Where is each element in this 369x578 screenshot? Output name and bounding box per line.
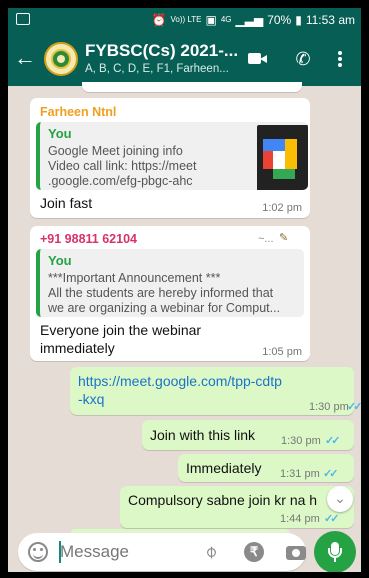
double-chevron-down-icon[interactable]: ⌄ bbox=[327, 486, 353, 512]
message-bubble[interactable]: +91 98811 62104 ~... ✎ You ***Important … bbox=[30, 226, 310, 361]
read-receipt-icon: ✓✓ bbox=[325, 435, 341, 447]
message-text: Join fast bbox=[40, 195, 93, 211]
clock: 11:53 am bbox=[305, 13, 355, 27]
message-bubble-partial bbox=[82, 82, 302, 92]
status-bar: ⏰ Vo)) LTE ▣ 4G ▁▃▅ 70% ▮ 11:53 am bbox=[8, 8, 361, 32]
group-title[interactable]: FYBSC(Cs) 2021-... bbox=[85, 41, 260, 61]
message-composer: ⌀ ₹ bbox=[18, 533, 306, 571]
more-vert-icon[interactable] bbox=[333, 47, 347, 71]
group-members[interactable]: A, B, C, D, E, F1, Farheen... bbox=[85, 63, 260, 75]
back-arrow-icon[interactable]: ← bbox=[14, 45, 40, 73]
avatar-emblem-center bbox=[57, 55, 65, 63]
message-time: 1:44 pm bbox=[280, 513, 320, 525]
read-receipt-icon: ✓✓ bbox=[347, 401, 361, 413]
message-time: 1:31 pm bbox=[280, 468, 320, 480]
message-text-line: immediately bbox=[40, 340, 115, 356]
quote-line: we are organizing a webinar for Comput..… bbox=[48, 301, 281, 315]
quote-line: .google.com/efg-pbgc-ahc bbox=[48, 174, 193, 188]
read-receipt-icon: ✓✓ bbox=[324, 513, 340, 525]
gmeet-logo-part bbox=[285, 139, 297, 169]
quote-line: Video call link: https://meet bbox=[48, 159, 197, 173]
status-bar-right: ⏰ Vo)) LTE ▣ 4G ▁▃▅ 70% ▮ 11:53 am bbox=[152, 13, 355, 27]
chat-header: ← FYBSC(Cs) 2021-... A, B, C, D, E, F1, … bbox=[8, 32, 361, 86]
menu-dot bbox=[338, 51, 342, 55]
message-text-line: Everyone join the webinar bbox=[40, 322, 202, 338]
gmeet-logo-part bbox=[263, 151, 273, 169]
message-bubble-outgoing[interactable]: Join with this link 1:30 pm ✓✓ bbox=[142, 420, 354, 450]
quote-author: You bbox=[48, 126, 72, 141]
signal-icon: ▁▃▅ bbox=[235, 13, 264, 27]
quote-line: All the students are hereby informed tha… bbox=[48, 286, 274, 300]
sender-alias: ~... bbox=[258, 233, 274, 245]
message-link[interactable]: https://meet.google.com/tpp-cdtp bbox=[78, 372, 282, 390]
mic-base bbox=[334, 558, 336, 562]
message-text: Immediately bbox=[186, 460, 262, 476]
signal-label: 4G bbox=[220, 15, 232, 24]
mic-icon[interactable] bbox=[314, 531, 356, 572]
battery-percent: 70% bbox=[267, 13, 292, 27]
alarm-icon: ⏰ bbox=[151, 13, 167, 27]
message-text: Compulsory sabne join kr na h bbox=[128, 492, 318, 508]
sender-name: Farheen Ntnl bbox=[40, 105, 117, 119]
quoted-message[interactable]: You Google Meet joining info Video call … bbox=[36, 122, 308, 190]
quote-author: You bbox=[48, 253, 72, 268]
message-text: Join with this link bbox=[150, 427, 256, 443]
sender-name: +91 98811 62104 bbox=[40, 232, 137, 246]
menu-dot bbox=[338, 63, 342, 67]
message-bubble-outgoing[interactable]: Compulsory sabne join kr na h 1:44 pm ✓✓ bbox=[120, 486, 354, 528]
paperclip-icon[interactable]: ⌀ bbox=[195, 536, 226, 567]
message-time: 1:05 pm bbox=[262, 346, 302, 358]
message-time: 1:30 pm bbox=[281, 435, 321, 447]
group-avatar[interactable] bbox=[44, 42, 78, 76]
whatsapp-chat-screen: ⏰ Vo)) LTE ▣ 4G ▁▃▅ 70% ▮ 11:53 am ← FYB… bbox=[8, 8, 361, 572]
message-bubble-outgoing[interactable]: Immediately 1:31 pm ✓✓ bbox=[178, 454, 354, 482]
google-meet-thumbnail bbox=[257, 125, 308, 190]
camera-lens bbox=[292, 549, 300, 557]
sim-icon: ▣ bbox=[205, 13, 217, 27]
message-input[interactable] bbox=[60, 541, 190, 563]
phone-icon[interactable]: ✆ bbox=[291, 47, 315, 71]
camera-icon[interactable] bbox=[286, 544, 306, 560]
mic-stand bbox=[328, 548, 342, 558]
network-label: Vo)) LTE bbox=[170, 15, 202, 24]
message-time: 1:02 pm bbox=[262, 202, 302, 214]
message-link[interactable]: -kxq bbox=[78, 390, 104, 408]
message-time: 1:30 pm bbox=[309, 401, 349, 413]
sender-alias-emoji: ✎ bbox=[279, 232, 289, 244]
gmeet-logo-part bbox=[273, 169, 295, 179]
gmeet-logo-part bbox=[263, 139, 285, 151]
emoji-icon[interactable] bbox=[28, 542, 48, 562]
gmeet-logo-part bbox=[273, 151, 285, 169]
message-bubble-outgoing[interactable]: https://meet.google.com/tpp-cdtp -kxq 1:… bbox=[70, 367, 361, 415]
battery-icon: ▮ bbox=[295, 13, 302, 27]
quote-line: ***Important Announcement *** bbox=[48, 271, 221, 285]
message-bubble[interactable]: Farheen Ntnl You Google Meet joining inf… bbox=[30, 98, 310, 218]
rupee-icon[interactable]: ₹ bbox=[244, 542, 264, 562]
quote-line: Google Meet joining info bbox=[48, 144, 183, 158]
video-icon-lens bbox=[260, 55, 267, 63]
menu-dot bbox=[338, 57, 342, 61]
quoted-message[interactable]: You ***Important Announcement *** All th… bbox=[36, 249, 304, 317]
read-receipt-icon: ✓✓ bbox=[323, 468, 339, 480]
gallery-notification-icon bbox=[16, 13, 30, 25]
video-call-icon[interactable] bbox=[246, 50, 270, 68]
